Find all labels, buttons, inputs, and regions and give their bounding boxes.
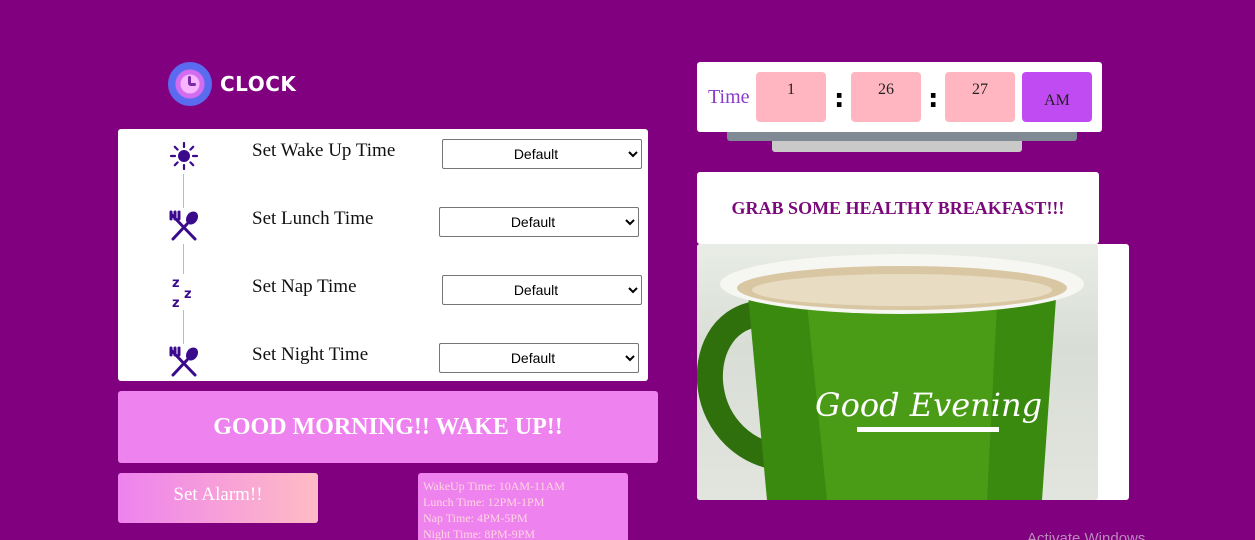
lunch-select[interactable]: Default	[439, 207, 639, 237]
wakeup-time-text: WakeUp Time: 10AM-11AM	[423, 479, 565, 493]
nap-time-text: Nap Time: 4PM-5PM	[423, 511, 528, 525]
time-label: Time	[708, 86, 750, 108]
app-logo: CLOCK	[168, 62, 296, 106]
activate-windows-watermark: Activate Windows	[1027, 530, 1146, 540]
nap-select[interactable]: Default	[442, 275, 642, 305]
night-time-text: Night Time: 8PM-9PM	[423, 527, 536, 540]
night-row: Set Night Time Default	[118, 342, 648, 382]
timeline-line	[183, 174, 184, 349]
night-label: Set Night Time	[252, 344, 369, 365]
colon-separator: :	[928, 84, 939, 114]
clock-logo-icon	[168, 62, 212, 106]
minutes-box: 26	[851, 72, 921, 122]
schedule-panel: Set Wake Up Time Default Set Lunch Time …	[118, 129, 648, 381]
svg-text:z: z	[172, 276, 180, 291]
nap-row: z z z Set Nap Time Default	[118, 274, 648, 314]
svg-text:z: z	[172, 296, 180, 310]
seconds-box: 27	[945, 72, 1015, 122]
green-cup-image: Good Evening	[697, 244, 1098, 500]
message-card: GRAB SOME HEALTHY BREAKFAST!!!	[697, 172, 1099, 244]
set-alarm-button[interactable]: Set Alarm!!	[118, 473, 318, 523]
ampm-box: AM	[1022, 72, 1092, 122]
hours-box: 1	[756, 72, 826, 122]
lunch-time-text: Lunch Time: 12PM-1PM	[423, 495, 545, 509]
night-select[interactable]: Default	[439, 343, 639, 373]
zzz-icon: z z z	[166, 274, 202, 310]
sun-icon	[166, 138, 202, 174]
good-evening-caption: Good Evening	[815, 386, 1042, 424]
utensils-icon	[166, 208, 202, 244]
schedule-times-box: WakeUp Time: 10AM-11AM Lunch Time: 12PM-…	[418, 473, 628, 540]
image-card: Good Evening	[697, 244, 1129, 500]
nap-label: Set Nap Time	[252, 276, 357, 297]
lunch-label: Set Lunch Time	[252, 208, 374, 229]
utensils-icon	[166, 344, 202, 380]
wake-up-label: Set Wake Up Time	[252, 140, 396, 161]
logo-text: CLOCK	[220, 72, 297, 96]
svg-text:z: z	[184, 287, 192, 302]
greeting-banner: GOOD MORNING!! WAKE UP!!	[118, 391, 658, 463]
digital-clock: Time 1 : 26 : 27 AM	[697, 62, 1102, 132]
wake-up-row: Set Wake Up Time Default	[118, 138, 648, 178]
lunch-row: Set Lunch Time Default	[118, 206, 648, 246]
colon-separator: :	[834, 84, 845, 114]
wake-up-select[interactable]: Default	[442, 139, 642, 169]
